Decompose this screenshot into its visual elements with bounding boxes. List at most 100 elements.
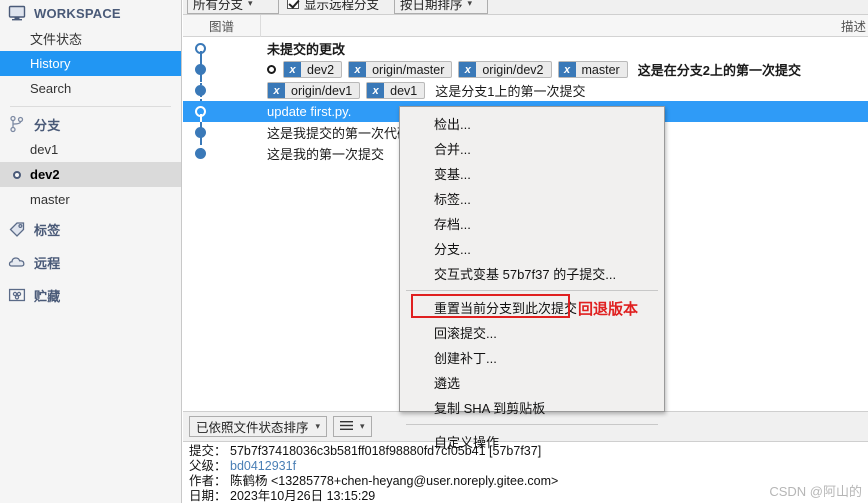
sidebar-item-file-status[interactable]: 文件状态 (0, 26, 181, 51)
all-branches-label: 所有分支 (193, 0, 244, 12)
detail-value-author: 陈鹤杨 <13285778+chen-heyang@user.noreply.g… (230, 474, 559, 488)
sidebar-divider (10, 106, 171, 107)
chevron-down-icon: ▾ (360, 421, 365, 431)
sidebar-branch-dev2[interactable]: dev2 (0, 162, 181, 187)
commit-node-icon (195, 148, 206, 159)
branch-icon: x (459, 62, 477, 77)
detail-line-author: 作者： 陈鹤杨 <13285778+chen-heyang@user.norep… (189, 474, 868, 489)
detail-label-author: 作者： (189, 474, 227, 488)
csdn-watermark: CSDN @阿山的 (769, 484, 862, 499)
view-mode-dropdown[interactable]: ▾ (333, 416, 372, 437)
menu-separator (406, 424, 658, 425)
branch-badge[interactable]: x dev1 (366, 82, 426, 99)
menu-item-copy-sha[interactable]: 复制 SHA 到剪贴板 (400, 395, 664, 420)
menu-item-checkout[interactable]: 检出... (400, 111, 664, 136)
sidebar-branch-master[interactable]: master (0, 187, 181, 212)
detail-line-date: 日期： 2023年10月26日 13:15:29 (189, 489, 868, 503)
sidebar-section-remotes-label: 远程 (34, 255, 61, 271)
column-header-description[interactable]: 描述 (261, 16, 868, 35)
show-remote-branches-label: 显示远程分支 (304, 0, 380, 12)
sidebar-item-label: Search (30, 81, 72, 96)
table-row[interactable]: x dev2 x origin/master x origin/dev2 x m… (183, 59, 868, 80)
commit-context-menu[interactable]: 检出... 合并... 变基... 标签... 存档... 分支... 交互式变… (399, 106, 665, 450)
menu-separator (406, 290, 658, 291)
sourcetree-window: WORKSPACE 文件状态 History Search 分支 dev1 de… (0, 0, 868, 503)
head-indicator-icon (267, 65, 276, 74)
branch-badge[interactable]: x dev2 (283, 61, 343, 78)
sidebar-section-workspace[interactable]: WORKSPACE (0, 0, 181, 26)
detail-value-parent[interactable]: bd0412931f (230, 459, 296, 473)
sidebar-section-branches[interactable]: 分支 (0, 111, 181, 137)
commit-message: 这是我的第一次提交 (267, 147, 385, 162)
commit-message-cell: x dev2 x origin/master x origin/dev2 x m… (261, 60, 868, 79)
branch-icon: x (367, 83, 385, 98)
commit-graph-cell (183, 80, 261, 101)
chevron-down-icon: ▾ (467, 0, 473, 8)
stash-icon (8, 286, 26, 304)
menu-item-merge[interactable]: 合并... (400, 136, 664, 161)
menu-item-custom-actions[interactable]: 自定义操作 (400, 429, 664, 454)
sidebar-item-label: dev1 (30, 142, 59, 157)
commit-message: 这是分支1上的第一次提交 (435, 84, 586, 99)
branch-badge[interactable]: x origin/master (348, 61, 453, 78)
current-branch-indicator-icon (13, 170, 21, 179)
branch-icon (8, 115, 26, 133)
branch-badge-label: origin/master (372, 62, 445, 77)
commit-node-icon (195, 64, 206, 75)
all-branches-dropdown[interactable]: 所有分支 ▾ (187, 0, 279, 14)
branch-icon: x (558, 62, 576, 77)
commit-message-cell: 未提交的更改 (261, 39, 868, 58)
sort-files-dropdown[interactable]: 已依照文件状态排序 ▾ (189, 416, 328, 437)
sidebar-section-tags-label: 标签 (34, 222, 61, 238)
detail-label-commit: 提交： (189, 444, 227, 458)
commit-graph-cell (183, 122, 261, 143)
sidebar-item-label: History (30, 56, 71, 71)
annotation-label: 回退版本 (578, 301, 639, 318)
sidebar-item-history[interactable]: History (0, 51, 181, 76)
table-row[interactable]: x origin/dev1 x dev1 这是分支1上的第一次提交 (183, 80, 868, 101)
branch-icon: x (268, 83, 285, 98)
commit-graph-cell (183, 59, 261, 80)
branch-badge[interactable]: x origin/dev1 (267, 82, 361, 99)
sidebar: WORKSPACE 文件状态 History Search 分支 dev1 de… (0, 0, 182, 503)
sidebar-section-branches-label: 分支 (34, 117, 61, 133)
commit-graph-cell (183, 101, 261, 122)
commit-graph-cell (183, 143, 261, 164)
list-view-icon (340, 420, 354, 434)
detail-label-date: 日期： (189, 489, 227, 503)
sidebar-branch-dev1[interactable]: dev1 (0, 137, 181, 162)
detail-value-date: 2023年10月26日 13:15:29 (230, 489, 376, 503)
menu-item-rebase[interactable]: 变基... (400, 161, 664, 186)
sidebar-section-tags[interactable]: 标签 (0, 216, 181, 242)
menu-item-cherry-pick[interactable]: 遴选 (400, 370, 664, 395)
tag-icon (8, 220, 26, 238)
chevron-down-icon: ▾ (315, 421, 321, 431)
table-row[interactable]: 未提交的更改 (183, 38, 868, 59)
menu-item-create-patch[interactable]: 创建补丁... (400, 345, 664, 370)
menu-item-interactive-rebase[interactable]: 交互式变基 57b7f37 的子提交... (400, 261, 664, 286)
commit-node-icon (195, 85, 206, 96)
sort-by-date-label: 按日期排序 (400, 0, 463, 12)
sidebar-item-label: 文件状态 (30, 32, 83, 47)
sidebar-section-stashes[interactable]: 贮藏 (0, 282, 181, 308)
sidebar-item-search[interactable]: Search (0, 76, 181, 101)
branch-icon: x (284, 62, 301, 77)
column-header-graph[interactable]: 图谱 (183, 14, 261, 37)
commit-message: 未提交的更改 (267, 42, 346, 57)
sidebar-section-stashes-label: 贮藏 (34, 288, 61, 304)
menu-item-revert-commit[interactable]: 回滚提交... (400, 320, 664, 345)
detail-line-parent: 父级： bd0412931f (189, 459, 868, 474)
menu-item-tag[interactable]: 标签... (400, 186, 664, 211)
sort-by-date-dropdown[interactable]: 按日期排序 ▾ (394, 0, 488, 14)
detail-label-parent: 父级： (189, 459, 227, 473)
branch-badge[interactable]: x master (557, 61, 628, 78)
branch-icon: x (349, 62, 367, 77)
cloud-icon (8, 253, 26, 271)
show-remote-branches-checkbox[interactable]: 显示远程分支 (287, 0, 379, 13)
menu-item-branch[interactable]: 分支... (400, 236, 664, 261)
branch-badge-label: dev1 (390, 83, 418, 98)
branch-badge[interactable]: x origin/dev2 (458, 61, 552, 78)
menu-item-archive[interactable]: 存档... (400, 211, 664, 236)
sidebar-section-remotes[interactable]: 远程 (0, 249, 181, 275)
graph-edge (200, 51, 202, 59)
